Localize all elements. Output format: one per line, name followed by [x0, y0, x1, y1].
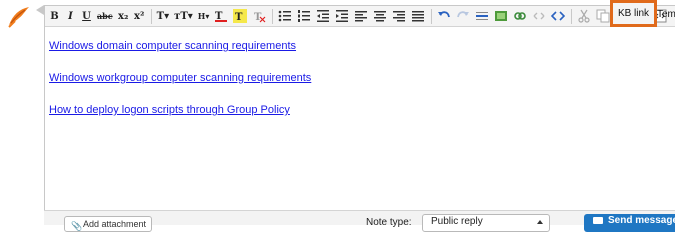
font-family-dropdown[interactable]: T▾ [155, 8, 171, 25]
kb-link-button[interactable]: KB link [618, 8, 649, 19]
align-left-icon[interactable] [352, 8, 370, 25]
undo-icon[interactable] [435, 8, 453, 25]
kb-article-link[interactable]: Windows workgroup computer scanning requ… [49, 72, 311, 84]
clear-formatting-icon[interactable]: T [250, 8, 268, 25]
message-body[interactable]: Windows domain computer scanning require… [49, 39, 311, 116]
indent-icon[interactable] [333, 8, 351, 25]
kb-link-button-highlight: KB link [610, 0, 657, 27]
note-type-label: Note type: [366, 217, 412, 228]
superscript-button[interactable]: x² [132, 8, 147, 25]
bold-button[interactable]: B [47, 8, 62, 25]
outdent-icon[interactable] [314, 8, 332, 25]
send-message-label: Send message [608, 215, 675, 226]
justify-icon[interactable] [409, 8, 427, 25]
note-type-value: Public reply [431, 216, 483, 227]
unlink-icon[interactable] [530, 8, 548, 25]
strikethrough-button[interactable]: abc [95, 8, 115, 25]
toolbar-divider [150, 8, 152, 24]
send-message-button[interactable]: Send message [584, 214, 675, 232]
svg-text:T: T [235, 12, 243, 23]
redo-icon[interactable] [454, 8, 472, 25]
bullet-list-icon[interactable] [276, 8, 294, 25]
code-icon[interactable] [549, 8, 567, 25]
add-attachment-label: Add attachment [83, 219, 147, 229]
insert-link-icon[interactable] [511, 8, 529, 25]
toolbar-divider [272, 8, 274, 24]
quill-logo-icon [6, 4, 32, 30]
note-type-select[interactable]: Public reply [422, 214, 550, 232]
editor-pointer-icon [36, 5, 44, 15]
toolbar-divider [431, 8, 433, 24]
subscript-button[interactable]: x₂ [116, 8, 131, 25]
editor-footer: 📎 Add attachment Note type: Public reply… [44, 210, 675, 232]
editor-toolbar: B I U abc x₂ x² T▾ ᴛT▾ H▾ T T T [45, 6, 675, 27]
ticket-reply-editor-page: B I U abc x₂ x² T▾ ᴛT▾ H▾ T T T Windows … [0, 0, 675, 232]
underline-button[interactable]: U [79, 8, 94, 25]
align-right-icon[interactable] [390, 8, 408, 25]
paperclip-icon: 📎 [71, 221, 83, 231]
text-color-icon[interactable]: T [212, 8, 230, 25]
highlight-color-icon[interactable]: T [231, 8, 249, 25]
kb-article-link[interactable]: Windows domain computer scanning require… [49, 40, 311, 52]
insert-image-icon[interactable] [492, 8, 510, 25]
cut-icon[interactable] [575, 8, 593, 25]
numbered-list-icon[interactable] [295, 8, 313, 25]
toolbar-divider [571, 8, 573, 24]
heading-dropdown[interactable]: H▾ [196, 8, 212, 25]
dropdown-arrow-icon [537, 220, 543, 224]
message-editor[interactable]: B I U abc x₂ x² T▾ ᴛT▾ H▾ T T T Windows … [44, 5, 675, 212]
align-center-icon[interactable] [371, 8, 389, 25]
templates-button[interactable]: Tem [657, 9, 675, 20]
kb-article-link[interactable]: How to deploy logon scripts through Grou… [49, 104, 311, 116]
font-size-dropdown[interactable]: ᴛT▾ [172, 8, 195, 25]
italic-button[interactable]: I [63, 8, 78, 25]
envelope-icon [593, 217, 603, 224]
add-attachment-button[interactable]: 📎 Add attachment [64, 216, 152, 232]
horizontal-rule-icon[interactable] [473, 8, 491, 25]
